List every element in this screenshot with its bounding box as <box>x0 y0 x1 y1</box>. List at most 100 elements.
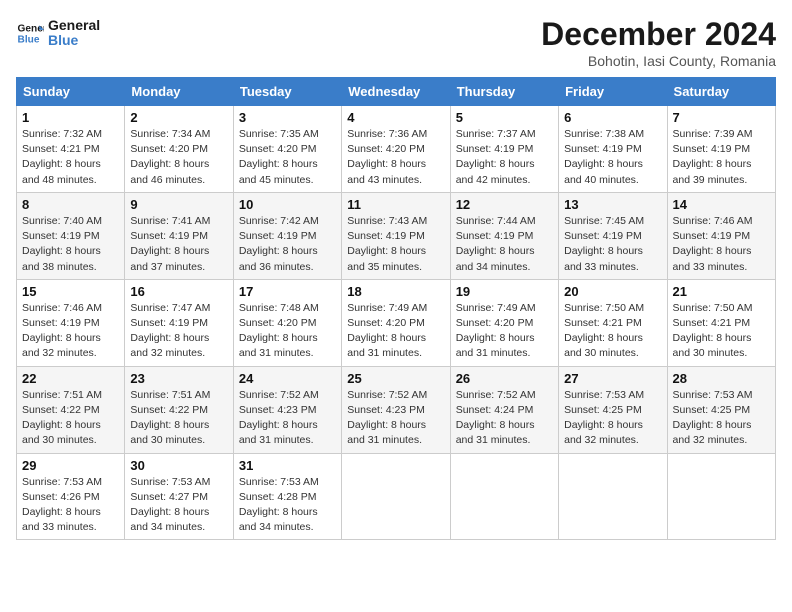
calendar-cell: 25Sunrise: 7:52 AMSunset: 4:23 PMDayligh… <box>342 366 450 453</box>
title-block: December 2024 Bohotin, Iasi County, Roma… <box>541 16 776 69</box>
calendar-cell: 9 Sunrise: 7:41 AMSunset: 4:19 PMDaylight… <box>125 192 233 279</box>
day-number: 21 <box>673 284 770 299</box>
day-info: Sunrise: 7:44 AMSunset: 4:19 PMDaylight:… <box>456 214 553 275</box>
day-number: 27 <box>564 371 661 386</box>
day-number: 15 <box>22 284 119 299</box>
day-number: 3 <box>239 110 336 125</box>
calendar-cell: 8 Sunrise: 7:40 AMSunset: 4:19 PMDaylight… <box>17 192 125 279</box>
weekday-header-sunday: Sunday <box>17 78 125 106</box>
day-number: 10 <box>239 197 336 212</box>
day-info: Sunrise: 7:43 AMSunset: 4:19 PMDaylight:… <box>347 214 444 275</box>
calendar-week-4: 22 Sunrise: 7:51 AMSunset: 4:22 PMDayligh… <box>17 366 776 453</box>
calendar-cell: 16 Sunrise: 7:47 AMSunset: 4:19 PMDayligh… <box>125 279 233 366</box>
logo: General Blue General Blue <box>16 16 100 49</box>
day-number: 6 <box>564 110 661 125</box>
calendar-cell <box>559 453 667 540</box>
calendar-cell: 10 Sunrise: 7:42 AMSunset: 4:19 PMDayligh… <box>233 192 341 279</box>
day-number: 4 <box>347 110 444 125</box>
calendar-cell: 12 Sunrise: 7:44 AMSunset: 4:19 PMDayligh… <box>450 192 558 279</box>
day-number: 29 <box>22 458 119 473</box>
calendar-cell: 3 Sunrise: 7:35 AMSunset: 4:20 PMDaylight… <box>233 106 341 193</box>
page-header: General Blue General Blue December 2024 … <box>16 16 776 69</box>
calendar-cell: 22 Sunrise: 7:51 AMSunset: 4:22 PMDayligh… <box>17 366 125 453</box>
day-info: Sunrise: 7:53 AMSunset: 4:28 PMDaylight:… <box>239 475 336 536</box>
calendar-cell: 18 Sunrise: 7:49 AMSunset: 4:20 PMDayligh… <box>342 279 450 366</box>
weekday-header-row: SundayMondayTuesdayWednesdayThursdayFrid… <box>17 78 776 106</box>
weekday-header-tuesday: Tuesday <box>233 78 341 106</box>
day-number: 18 <box>347 284 444 299</box>
weekday-header-saturday: Saturday <box>667 78 775 106</box>
calendar-cell: 27 Sunrise: 7:53 AMSunset: 4:25 PMDayligh… <box>559 366 667 453</box>
day-info: Sunrise: 7:36 AMSunset: 4:20 PMDaylight:… <box>347 127 444 188</box>
day-info: Sunrise: 7:49 AMSunset: 4:20 PMDaylight:… <box>347 301 444 362</box>
calendar-cell: 2Sunrise: 7:34 AMSunset: 4:20 PMDaylight… <box>125 106 233 193</box>
day-number: 31 <box>239 458 336 473</box>
weekday-header-thursday: Thursday <box>450 78 558 106</box>
day-number: 20 <box>564 284 661 299</box>
day-info: Sunrise: 7:35 AMSunset: 4:20 PMDaylight:… <box>239 127 336 188</box>
calendar-cell: 15 Sunrise: 7:46 AMSunset: 4:19 PMDayligh… <box>17 279 125 366</box>
location: Bohotin, Iasi County, Romania <box>541 53 776 69</box>
day-info: Sunrise: 7:52 AMSunset: 4:23 PMDaylight:… <box>239 388 336 449</box>
calendar-cell: 21 Sunrise: 7:50 AMSunset: 4:21 PMDayligh… <box>667 279 775 366</box>
day-number: 30 <box>130 458 227 473</box>
day-number: 13 <box>564 197 661 212</box>
calendar-cell: 30Sunrise: 7:53 AMSunset: 4:27 PMDayligh… <box>125 453 233 540</box>
calendar-cell: 24 Sunrise: 7:52 AMSunset: 4:23 PMDayligh… <box>233 366 341 453</box>
calendar-cell: 11Sunrise: 7:43 AMSunset: 4:19 PMDayligh… <box>342 192 450 279</box>
day-info: Sunrise: 7:48 AMSunset: 4:20 PMDaylight:… <box>239 301 336 362</box>
day-number: 14 <box>673 197 770 212</box>
day-info: Sunrise: 7:50 AMSunset: 4:21 PMDaylight:… <box>564 301 661 362</box>
day-number: 25 <box>347 371 444 386</box>
day-number: 2 <box>130 110 227 125</box>
day-info: Sunrise: 7:40 AMSunset: 4:19 PMDaylight:… <box>22 214 119 275</box>
calendar-cell: 29 Sunrise: 7:53 AMSunset: 4:26 PMDayligh… <box>17 453 125 540</box>
calendar-cell: 6 Sunrise: 7:38 AMSunset: 4:19 PMDaylight… <box>559 106 667 193</box>
day-number: 12 <box>456 197 553 212</box>
day-number: 19 <box>456 284 553 299</box>
day-info: Sunrise: 7:39 AMSunset: 4:19 PMDaylight:… <box>673 127 770 188</box>
calendar-cell: 14 Sunrise: 7:46 AMSunset: 4:19 PMDayligh… <box>667 192 775 279</box>
day-number: 24 <box>239 371 336 386</box>
day-number: 1 <box>22 110 119 125</box>
calendar-cell <box>667 453 775 540</box>
month-title: December 2024 <box>541 16 776 53</box>
day-number: 17 <box>239 284 336 299</box>
logo-icon: General Blue <box>16 19 44 47</box>
day-number: 9 <box>130 197 227 212</box>
svg-text:Blue: Blue <box>18 34 40 45</box>
day-info: Sunrise: 7:53 AMSunset: 4:25 PMDaylight:… <box>564 388 661 449</box>
day-info: Sunrise: 7:51 AMSunset: 4:22 PMDaylight:… <box>22 388 119 449</box>
calendar-cell: 28Sunrise: 7:53 AMSunset: 4:25 PMDayligh… <box>667 366 775 453</box>
weekday-header-friday: Friday <box>559 78 667 106</box>
calendar-week-3: 15 Sunrise: 7:46 AMSunset: 4:19 PMDayligh… <box>17 279 776 366</box>
calendar-cell: 7Sunrise: 7:39 AMSunset: 4:19 PMDaylight… <box>667 106 775 193</box>
day-info: Sunrise: 7:53 AMSunset: 4:26 PMDaylight:… <box>22 475 119 536</box>
day-info: Sunrise: 7:41 AMSunset: 4:19 PMDaylight:… <box>130 214 227 275</box>
calendar-cell: 31 Sunrise: 7:53 AMSunset: 4:28 PMDayligh… <box>233 453 341 540</box>
day-info: Sunrise: 7:38 AMSunset: 4:19 PMDaylight:… <box>564 127 661 188</box>
calendar-cell: 23Sunrise: 7:51 AMSunset: 4:22 PMDayligh… <box>125 366 233 453</box>
weekday-header-wednesday: Wednesday <box>342 78 450 106</box>
calendar-week-1: 1 Sunrise: 7:32 AMSunset: 4:21 PMDaylight… <box>17 106 776 193</box>
calendar-cell: 5Sunrise: 7:37 AMSunset: 4:19 PMDaylight… <box>450 106 558 193</box>
day-number: 28 <box>673 371 770 386</box>
day-info: Sunrise: 7:49 AMSunset: 4:20 PMDaylight:… <box>456 301 553 362</box>
day-info: Sunrise: 7:46 AMSunset: 4:19 PMDaylight:… <box>673 214 770 275</box>
day-number: 22 <box>22 371 119 386</box>
weekday-header-monday: Monday <box>125 78 233 106</box>
day-number: 5 <box>456 110 553 125</box>
calendar-cell: 4 Sunrise: 7:36 AMSunset: 4:20 PMDaylight… <box>342 106 450 193</box>
day-info: Sunrise: 7:32 AMSunset: 4:21 PMDaylight:… <box>22 127 119 188</box>
calendar: SundayMondayTuesdayWednesdayThursdayFrid… <box>16 77 776 540</box>
day-info: Sunrise: 7:42 AMSunset: 4:19 PMDaylight:… <box>239 214 336 275</box>
calendar-cell: 1 Sunrise: 7:32 AMSunset: 4:21 PMDaylight… <box>17 106 125 193</box>
day-info: Sunrise: 7:50 AMSunset: 4:21 PMDaylight:… <box>673 301 770 362</box>
day-number: 16 <box>130 284 227 299</box>
day-info: Sunrise: 7:46 AMSunset: 4:19 PMDaylight:… <box>22 301 119 362</box>
day-number: 8 <box>22 197 119 212</box>
day-info: Sunrise: 7:47 AMSunset: 4:19 PMDaylight:… <box>130 301 227 362</box>
calendar-week-2: 8 Sunrise: 7:40 AMSunset: 4:19 PMDaylight… <box>17 192 776 279</box>
calendar-cell: 13Sunrise: 7:45 AMSunset: 4:19 PMDayligh… <box>559 192 667 279</box>
calendar-cell: 26Sunrise: 7:52 AMSunset: 4:24 PMDayligh… <box>450 366 558 453</box>
